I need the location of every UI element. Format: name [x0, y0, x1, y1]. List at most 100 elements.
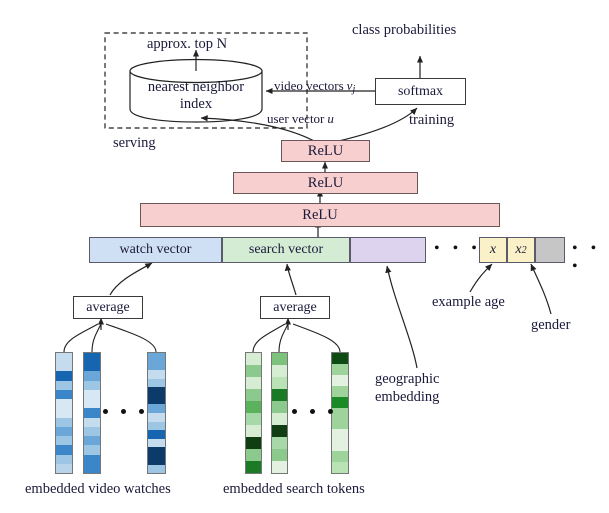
embedding-cell: [272, 413, 287, 425]
embedding-cell: [272, 377, 287, 389]
user-vector-label: user vector u: [267, 111, 334, 126]
age-x2-exponent: 2: [521, 244, 527, 256]
embedding-cell: [84, 371, 100, 381]
embedding-cell: [56, 417, 72, 427]
embedding-cell: [332, 353, 348, 364]
feature-search-vector[interactable]: search vector: [222, 237, 350, 263]
embedding-cell: [84, 445, 100, 455]
embedding-cell: [272, 353, 287, 365]
average-watch-box[interactable]: average: [73, 296, 143, 319]
embedding-cell: [148, 430, 165, 439]
embedding-cell: [148, 370, 165, 379]
embedding-cell: [246, 461, 261, 473]
video-watch-columns-ellipsis: [103, 409, 144, 414]
embedding-cell: [246, 389, 261, 401]
embedding-cell: [56, 445, 72, 455]
feature-gender[interactable]: [535, 237, 565, 263]
video-watch-column-1: [55, 352, 73, 474]
embedding-cell: [84, 362, 100, 372]
embedding-cell: [246, 377, 261, 389]
embedding-cell: [272, 449, 287, 461]
relu-layer-1[interactable]: ReLU: [281, 140, 370, 162]
embedding-cell: [56, 463, 72, 474]
average-search-box[interactable]: average: [260, 296, 330, 319]
feature-example-age-x[interactable]: x: [479, 237, 507, 263]
embedding-cell: [148, 447, 165, 456]
embedding-cell: [84, 426, 100, 437]
embedding-cell: [56, 353, 72, 363]
embedding-cell: [148, 387, 165, 396]
watch-vector-label: watch vector: [119, 242, 192, 257]
embedding-cell: [246, 413, 261, 425]
video-watch-column-2: [83, 352, 101, 474]
feature-geographic-embedding[interactable]: [350, 237, 426, 263]
arrow-gender-to-gender-feature: [530, 263, 552, 315]
embedding-cell: [148, 353, 165, 362]
embedding-cell: [332, 462, 348, 473]
feature-example-age-x-squared[interactable]: x2: [507, 237, 535, 263]
embedding-cell: [332, 451, 348, 463]
softmax-box[interactable]: softmax: [375, 78, 466, 105]
serving-label: serving: [113, 135, 156, 151]
search-vector-label: search vector: [248, 242, 324, 257]
arrow-average-search-to-search-vector: [284, 263, 297, 296]
nearest-neighbor-index-label: nearest neighbor index: [130, 79, 262, 113]
embedding-cell: [148, 464, 165, 474]
embedding-cell: [84, 436, 100, 446]
gender-label: gender: [531, 317, 571, 333]
arrow-example-age-to-x: [469, 263, 493, 293]
embedding-cell: [56, 426, 72, 437]
embedding-cell: [246, 353, 261, 365]
embedding-cell: [272, 425, 287, 437]
embedding-cell: [56, 454, 72, 464]
watch-column-feeders: [63, 317, 157, 353]
embedding-cell: [148, 404, 165, 414]
embedding-cell: [56, 362, 72, 372]
search-token-column-1: [245, 352, 262, 474]
approx-top-n-label: approx. top N: [147, 36, 228, 52]
embedding-cell: [272, 389, 287, 401]
embedding-cell: [332, 396, 348, 408]
video-vectors-label: video vectors vj: [274, 78, 356, 96]
feature-watch-vector[interactable]: watch vector: [89, 237, 222, 263]
video-watch-column-3: [147, 352, 166, 474]
embedding-cell: [84, 463, 100, 474]
geographic-label-line1: geographic: [375, 371, 440, 387]
embedding-cell: [332, 440, 348, 452]
relu-layer-2[interactable]: ReLU: [233, 172, 418, 194]
embedding-cell: [272, 401, 287, 413]
embedding-cell: [84, 353, 100, 363]
class-probabilities-label: class probabilities: [352, 22, 457, 38]
embedding-cell: [148, 395, 165, 405]
feature-ellipsis-right: • • •: [572, 240, 601, 275]
diagram-canvas: approx. top N nearest neighbor index ser…: [0, 0, 609, 513]
arrow-relu-to-softmax: [329, 107, 418, 144]
embedding-cell: [56, 380, 72, 390]
embedding-cell: [272, 437, 287, 449]
relu-2-label: ReLU: [307, 174, 344, 191]
geographic-label-line2: embedding: [375, 389, 440, 406]
embedding-cell: [84, 454, 100, 464]
embedding-cell: [272, 461, 287, 473]
embedding-cell: [246, 437, 261, 449]
example-age-label: example age: [432, 294, 505, 310]
embedding-cell: [84, 380, 100, 390]
relu-layer-3[interactable]: ReLU: [140, 203, 500, 227]
arrow-average-watch-to-watch-vector: [109, 262, 153, 296]
embedding-cell: [332, 363, 348, 375]
average-search-label: average: [273, 299, 317, 315]
softmax-label: softmax: [397, 83, 444, 99]
embedding-cell: [84, 417, 100, 427]
index-label-line1: nearest neighbor: [147, 79, 245, 95]
user-vector-symbol: u: [327, 111, 334, 126]
embedding-cell: [332, 385, 348, 397]
embedding-cell: [56, 371, 72, 381]
embedding-cell: [148, 361, 165, 371]
embedding-cell: [332, 418, 348, 430]
embedding-cell: [332, 374, 348, 386]
embedding-cell: [272, 365, 287, 377]
training-label: training: [409, 112, 455, 128]
embedding-cell: [84, 389, 100, 400]
embedding-cell: [332, 429, 348, 441]
feature-ellipsis-left: • • •: [434, 240, 482, 257]
